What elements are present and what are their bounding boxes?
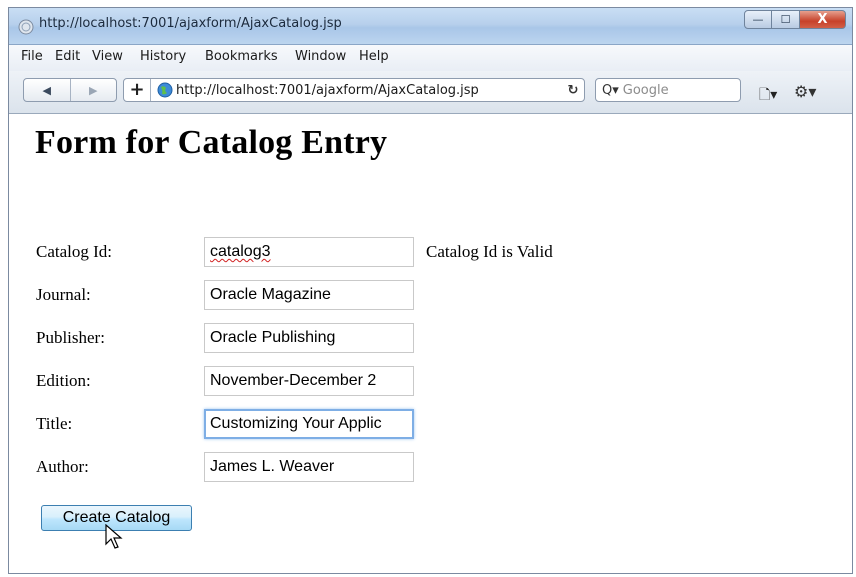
- reload-icon[interactable]: ↻: [562, 83, 584, 98]
- publisher-label: Publisher:: [36, 328, 105, 347]
- navigation-toolbar: ◀ ▶ + http://localhost:7001/ajaxform/Aja…: [9, 71, 852, 114]
- back-button[interactable]: ◀: [24, 79, 70, 101]
- catalog-id-status: Catalog Id is Valid: [426, 242, 553, 261]
- catalog-id-value: catalog3: [210, 243, 271, 260]
- maximize-button[interactable]: ☐: [772, 10, 800, 29]
- minimize-icon: —: [752, 13, 764, 26]
- author-label: Author:: [36, 457, 89, 476]
- author-input[interactable]: James L. Weaver: [204, 452, 414, 482]
- browser-window: http://localhost:7001/ajaxform/AjaxCatal…: [8, 7, 853, 574]
- catalog-id-input[interactable]: catalog3: [204, 237, 414, 267]
- title-label: Title:: [36, 414, 73, 433]
- menu-bar: File Edit View History Bookmarks Window …: [9, 45, 852, 71]
- forward-icon: ▶: [89, 83, 98, 97]
- gear-icon[interactable]: ⚙▾: [794, 82, 816, 101]
- maximize-icon: ☐: [780, 13, 791, 26]
- menu-help[interactable]: Help: [359, 49, 389, 64]
- publisher-input[interactable]: Oracle Publishing: [204, 323, 414, 353]
- title-input[interactable]: Customizing Your Applic: [204, 409, 414, 439]
- journal-input[interactable]: Oracle Magazine: [204, 280, 414, 310]
- close-icon: X: [817, 12, 828, 27]
- menu-view[interactable]: View: [92, 49, 123, 64]
- window-title: http://localhost:7001/ajaxform/AjaxCatal…: [39, 16, 342, 31]
- catalog-id-label: Catalog Id:: [36, 242, 113, 261]
- browser-favicon-icon: [18, 19, 34, 35]
- menu-file[interactable]: File: [21, 49, 43, 64]
- edition-input[interactable]: November-December 2: [204, 366, 414, 396]
- mouse-cursor-icon: [105, 524, 123, 549]
- menu-bookmarks[interactable]: Bookmarks: [205, 49, 278, 64]
- page-content: Form for Catalog Entry Catalog Id: catal…: [9, 114, 852, 573]
- menu-history[interactable]: History: [140, 49, 186, 64]
- address-bar[interactable]: + http://localhost:7001/ajaxform/AjaxCat…: [123, 78, 585, 102]
- page-icon[interactable]: 🗋▾: [759, 84, 777, 108]
- add-bookmark-button[interactable]: +: [124, 79, 151, 101]
- back-forward-group: ◀ ▶: [23, 78, 117, 102]
- menu-window[interactable]: Window: [295, 49, 346, 64]
- close-button[interactable]: X: [800, 10, 846, 29]
- journal-label: Journal:: [36, 285, 91, 304]
- search-placeholder: Google: [622, 82, 669, 98]
- menu-edit[interactable]: Edit: [55, 49, 80, 64]
- globe-icon: [157, 82, 173, 98]
- url-text[interactable]: http://localhost:7001/ajaxform/AjaxCatal…: [176, 83, 562, 98]
- title-bar: http://localhost:7001/ajaxform/AjaxCatal…: [9, 8, 852, 45]
- forward-button[interactable]: ▶: [69, 79, 117, 101]
- back-icon: ◀: [42, 83, 51, 97]
- edition-label: Edition:: [36, 371, 91, 390]
- minimize-button[interactable]: —: [744, 10, 772, 29]
- search-box[interactable]: Q▾ Google: [595, 78, 741, 102]
- search-icon[interactable]: Q▾: [602, 83, 619, 98]
- window-controls: — ☐ X: [744, 10, 846, 30]
- page-title: Form for Catalog Entry: [35, 124, 388, 161]
